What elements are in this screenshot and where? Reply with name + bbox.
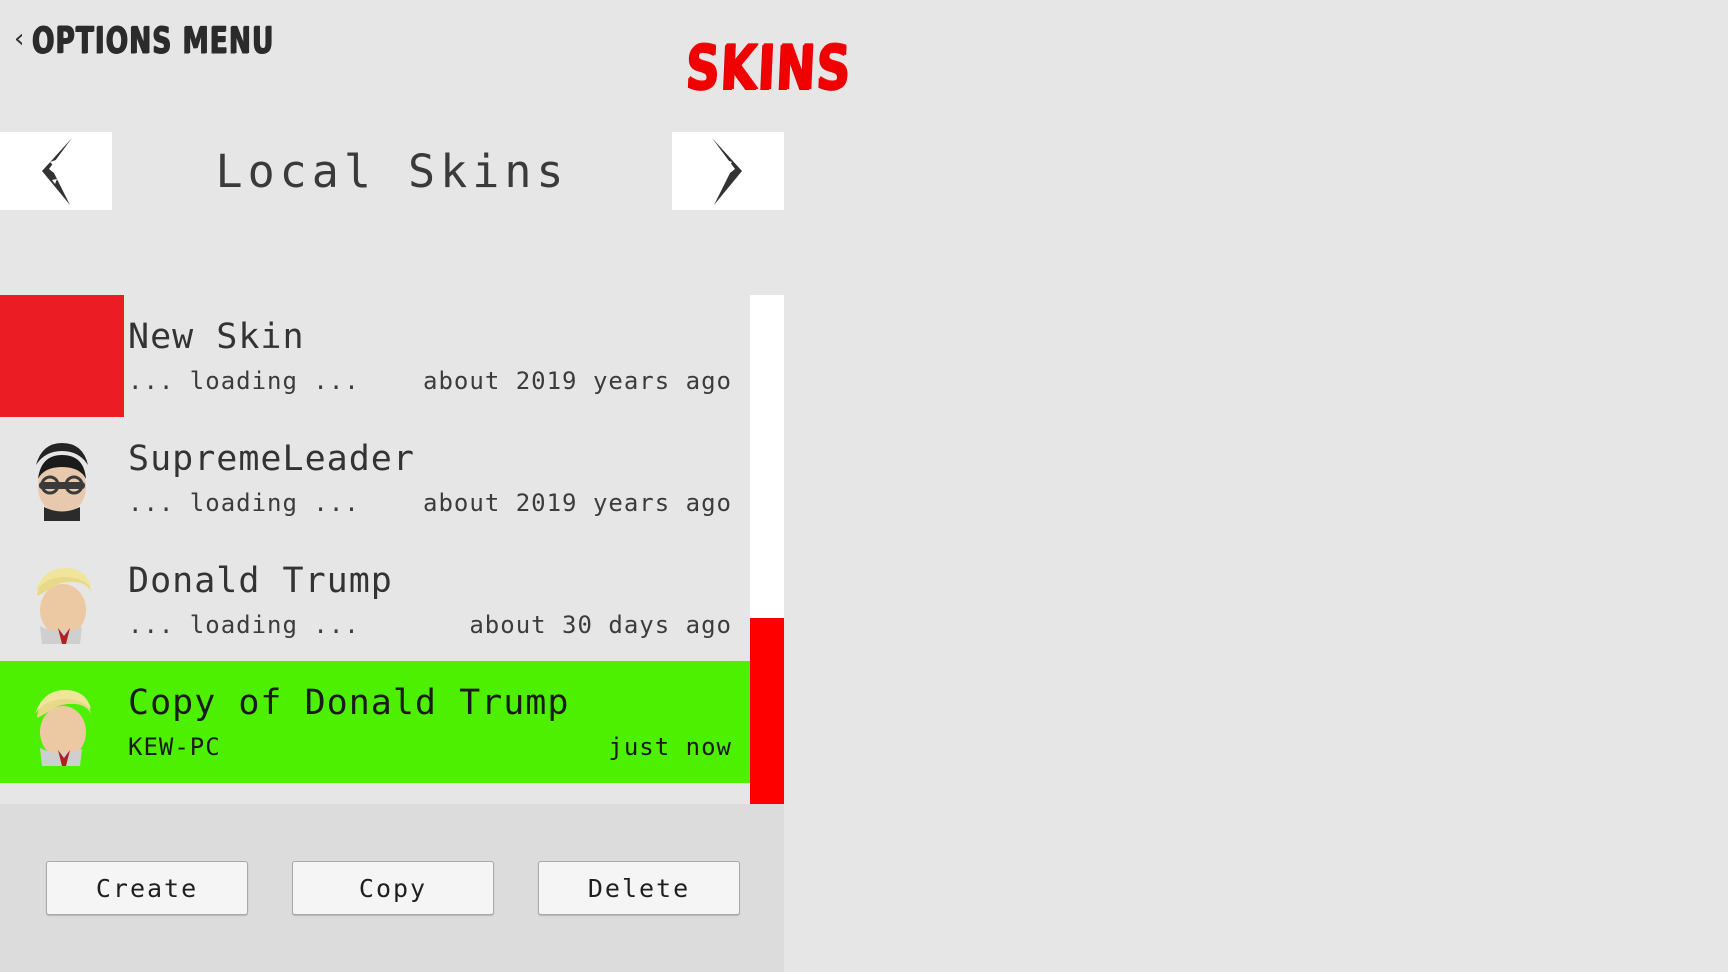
skin-timestamp: about 2019 years ago xyxy=(423,488,732,517)
skin-timestamp: just now xyxy=(608,732,732,761)
skin-row-text: Donald Trump ... loading ... about 30 days… xyxy=(124,560,750,637)
skin-list-item[interactable]: SupremeLeader ... loading ... about 2019 y… xyxy=(0,417,750,539)
donald-trump-head-thumbnail xyxy=(35,568,91,644)
skin-list-item[interactable]: New Skin ... loading ... about 2019 years … xyxy=(0,295,750,417)
donald-trump-head-thumbnail xyxy=(35,690,91,766)
skin-meta: ... loading ... about 2019 years ago xyxy=(128,491,732,515)
skin-thumbnail xyxy=(0,417,124,539)
category-nav-row: Local Skins xyxy=(0,132,784,210)
back-to-options-menu-link[interactable]: ‹ OPTIONS MENU xyxy=(14,20,280,63)
skin-thumbnail xyxy=(0,661,124,783)
chevron-right-icon xyxy=(712,138,742,205)
options-menu-label: OPTIONS MENU xyxy=(32,20,275,63)
skin-list-item[interactable]: Copy of Donald Trump KEW-PC just now xyxy=(0,661,750,783)
category-title: Local Skins xyxy=(215,144,569,198)
skin-status: ... loading ... xyxy=(128,488,360,517)
skin-row-text: SupremeLeader ... loading ... about 2019 y… xyxy=(124,438,750,515)
category-title-wrap: Local Skins xyxy=(112,132,672,210)
skin-status: ... loading ... xyxy=(128,366,360,395)
skins-list: New Skin ... loading ... about 2019 years … xyxy=(0,295,750,783)
skins-list-panel[interactable]: New Skin ... loading ... about 2019 years … xyxy=(0,295,784,804)
copy-button[interactable]: Copy xyxy=(292,861,494,915)
skin-timestamp: about 2019 years ago xyxy=(423,366,732,395)
chevron-left-icon xyxy=(42,138,72,205)
action-bar: Create Copy Delete xyxy=(0,804,784,972)
chevron-left-icon: ‹ xyxy=(14,23,25,54)
supreme-leader-head-thumbnail xyxy=(36,443,88,521)
next-category-button[interactable] xyxy=(672,132,784,210)
skin-meta: ... loading ... about 30 days ago xyxy=(128,613,732,637)
delete-button[interactable]: Delete xyxy=(538,861,740,915)
prev-category-button[interactable] xyxy=(0,132,112,210)
skin-name: New Skin xyxy=(128,316,305,357)
skins-logo: SKINS xyxy=(684,33,853,105)
top-bar: ‹ OPTIONS MENU SKINS xyxy=(0,0,1728,120)
red-block-thumbnail xyxy=(0,295,124,417)
scrollbar-thumb[interactable] xyxy=(750,618,784,804)
skin-status: ... loading ... xyxy=(128,610,360,639)
skin-thumbnail xyxy=(0,539,124,661)
skin-thumbnail xyxy=(0,295,124,417)
skin-timestamp: about 30 days ago xyxy=(469,610,732,639)
skin-meta: KEW-PC just now xyxy=(128,735,732,759)
skin-meta: ... loading ... about 2019 years ago xyxy=(128,369,732,393)
skin-row-text: New Skin ... loading ... about 2019 years … xyxy=(124,316,750,393)
skin-list-item[interactable]: Donald Trump ... loading ... about 30 days… xyxy=(0,539,750,661)
skins-options-screen: ‹ OPTIONS MENU SKINS Local Skins New Ski… xyxy=(0,0,1728,972)
skin-name: SupremeLeader xyxy=(128,438,415,479)
skin-name: Donald Trump xyxy=(128,560,393,601)
skin-name: Copy of Donald Trump xyxy=(128,682,570,723)
skin-status: KEW-PC xyxy=(128,732,221,761)
skins-list-scrollbar[interactable] xyxy=(750,295,784,804)
create-button[interactable]: Create xyxy=(46,861,248,915)
skin-row-text: Copy of Donald Trump KEW-PC just now xyxy=(124,682,750,759)
